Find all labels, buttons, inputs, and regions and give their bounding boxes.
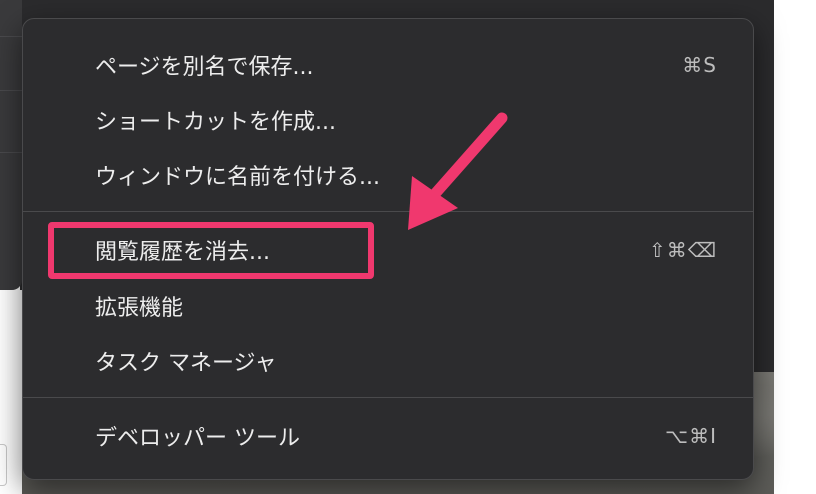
menu-item-task-manager[interactable]: タスク マネージャ bbox=[23, 339, 753, 383]
menu-item-label: ウィンドウに名前を付ける... bbox=[95, 165, 380, 190]
menu-item-label: ページを別名で保存... bbox=[95, 55, 314, 80]
annotation-arrow-icon bbox=[408, 112, 508, 230]
menu-separator bbox=[23, 211, 753, 212]
menu-item-shortcut: ⇧⌘⌫ bbox=[648, 238, 717, 262]
menu-item-save-page-as[interactable]: ページを別名で保存... ⌘S bbox=[23, 43, 753, 87]
menu-item-label: デベロッパー ツール bbox=[95, 426, 300, 451]
menu-item-label: 拡張機能 bbox=[95, 296, 184, 321]
menu-item-developer-tools[interactable]: デベロッパー ツール ⌥⌘I bbox=[23, 414, 753, 458]
background-sidebar bbox=[0, 0, 22, 290]
menu-item-shortcut: ⌥⌘I bbox=[665, 424, 717, 448]
menu-item-label: ショートカットを作成... bbox=[95, 110, 336, 135]
menu-item-extensions[interactable]: 拡張機能 bbox=[23, 284, 753, 328]
menu-item-create-shortcut[interactable]: ショートカットを作成... bbox=[23, 98, 753, 142]
background-page-right bbox=[774, 0, 816, 494]
annotation-highlight-box bbox=[48, 222, 374, 279]
menu-item-name-window[interactable]: ウィンドウに名前を付ける... bbox=[23, 153, 753, 197]
background-input-edge bbox=[0, 444, 7, 486]
menu-item-shortcut: ⌘S bbox=[682, 53, 717, 77]
menu-separator bbox=[23, 397, 753, 398]
menu-item-label: タスク マネージャ bbox=[95, 351, 277, 376]
